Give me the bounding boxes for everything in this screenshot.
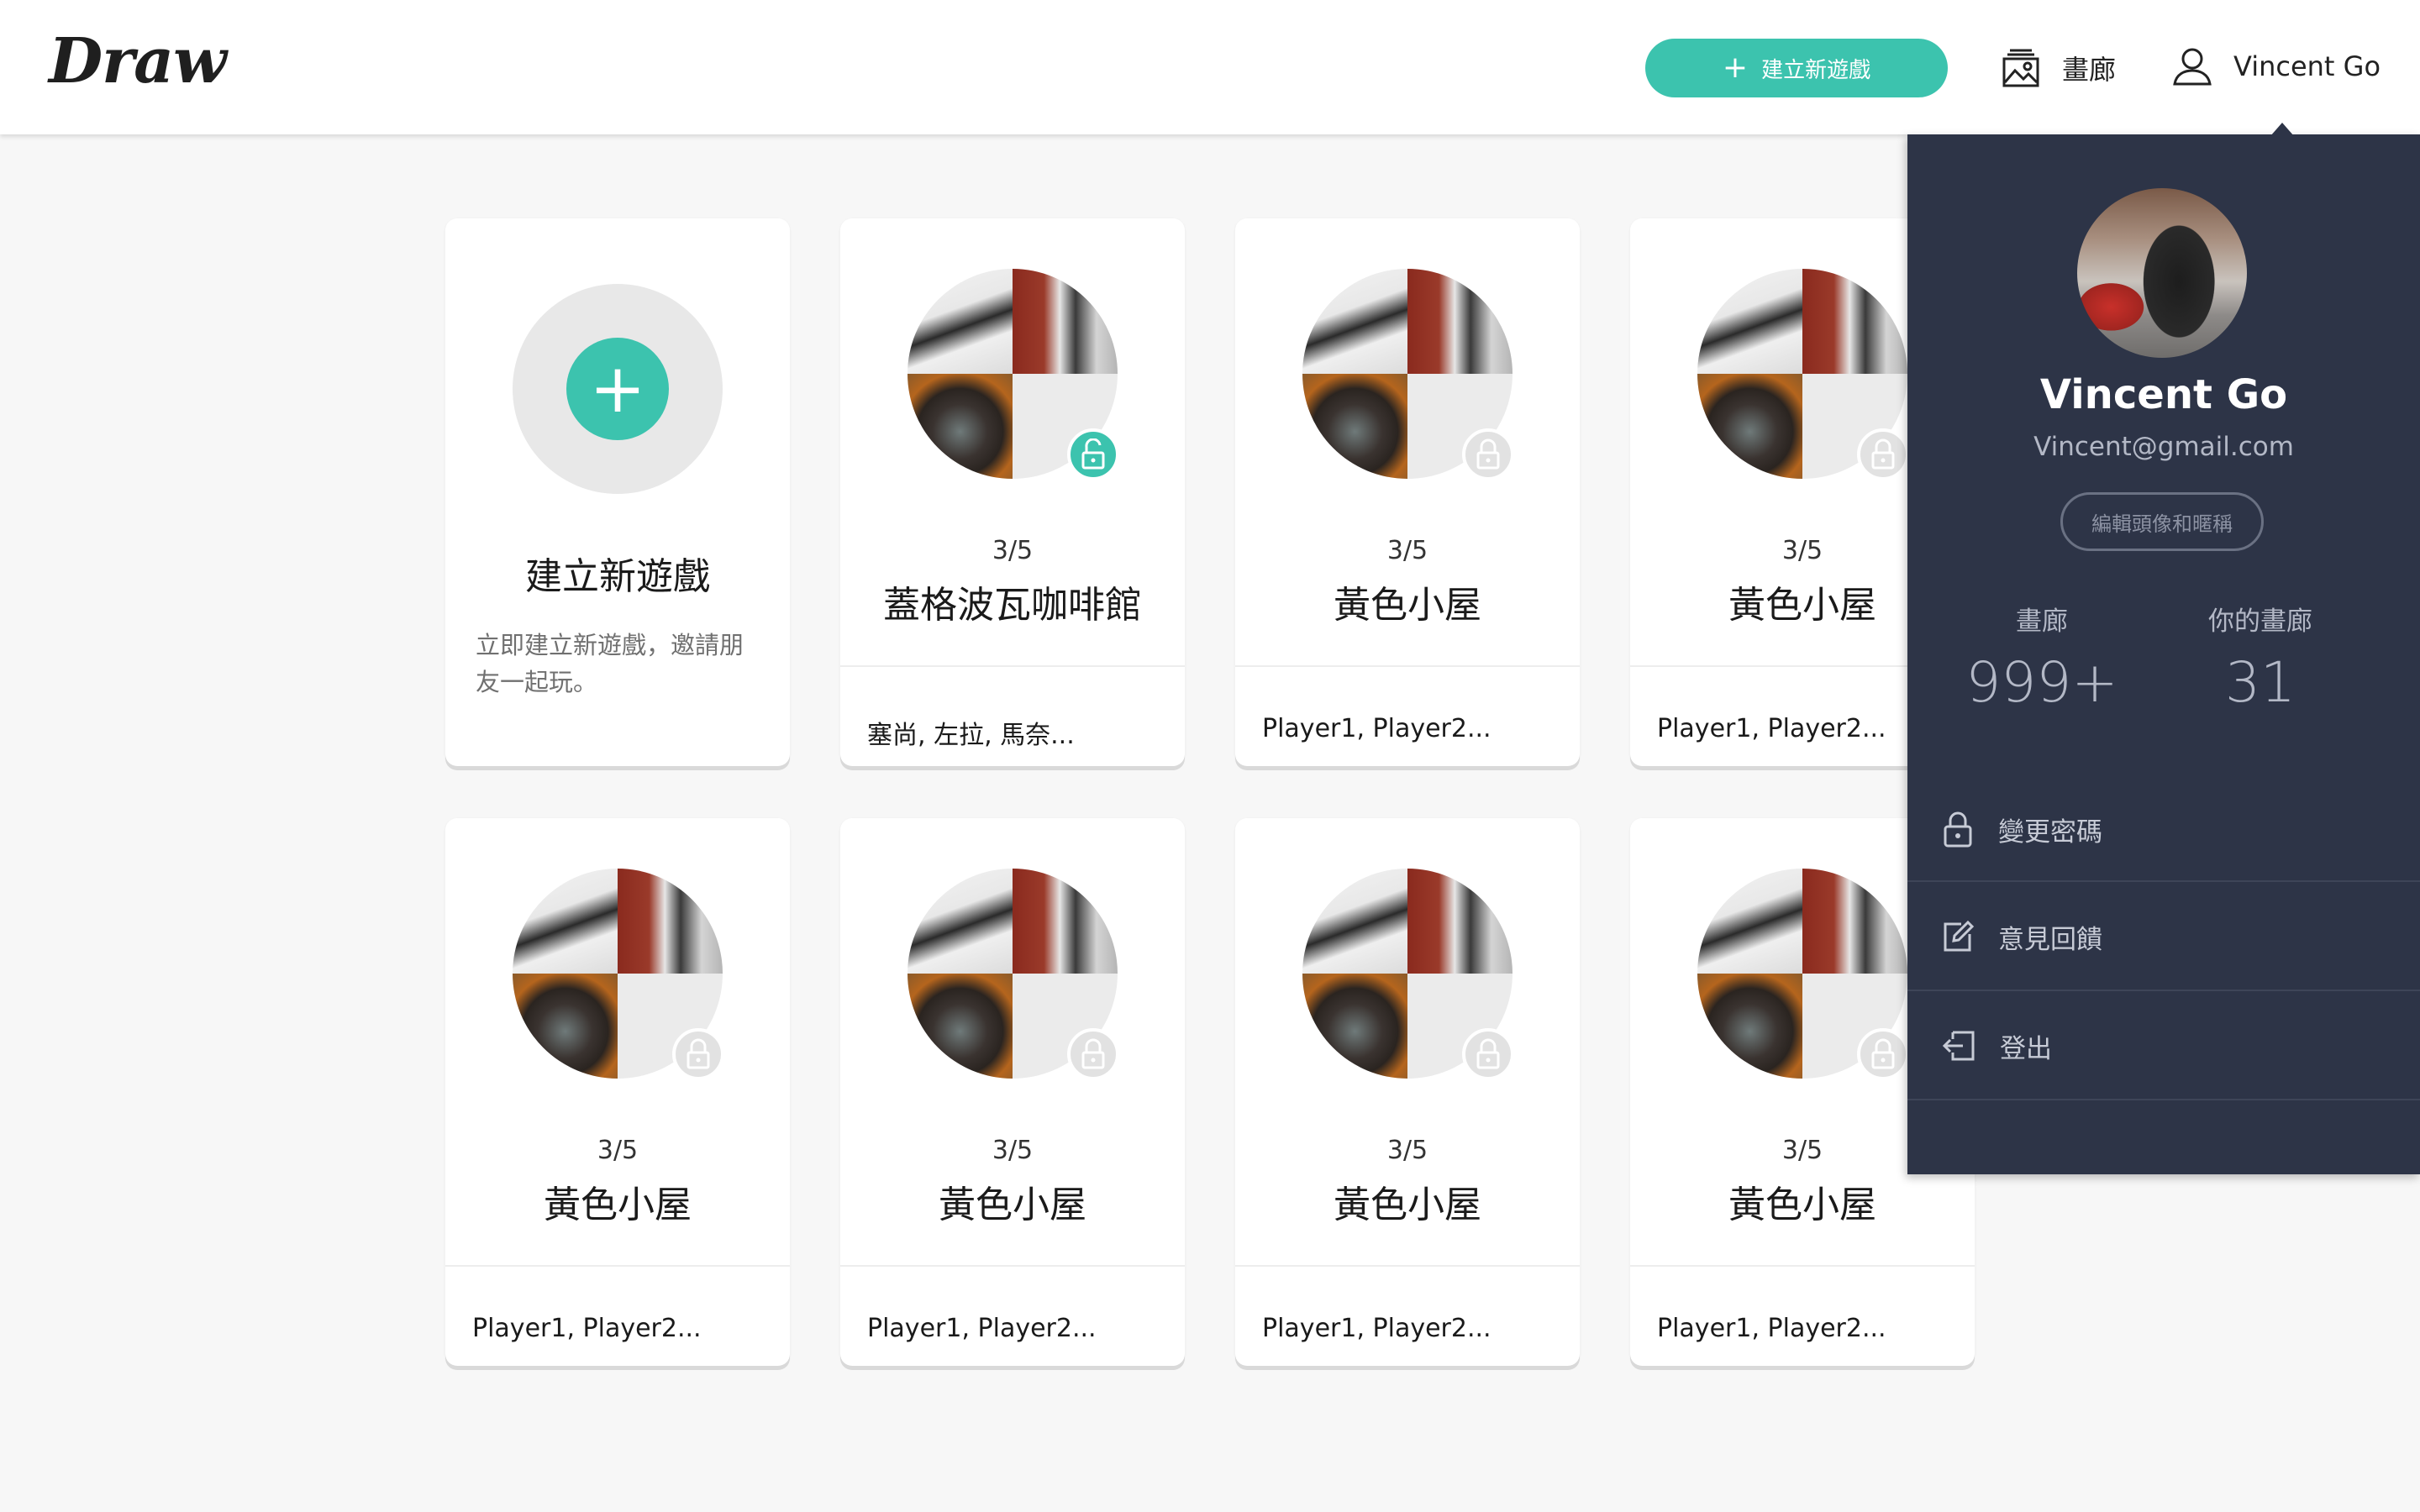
top-header: Draw + 建立新遊戲 畫廊 Vincent Go (0, 0, 2420, 134)
create-game-button-label: 建立新遊戲 (1761, 57, 1871, 83)
edit-icon (1941, 919, 1975, 954)
create-game-title: 建立新遊戲 (525, 555, 710, 598)
menu-change-password[interactable]: 變更密碼 (1907, 774, 2420, 884)
game-card-5[interactable]: 3/5 黃色小屋 Player1, Player2... (840, 818, 1185, 1366)
create-game-button[interactable]: + 建立新遊戲 (1645, 39, 1948, 97)
lock-icon (1462, 1028, 1514, 1080)
player-count: 3/5 (1386, 1136, 1428, 1165)
player-list: Player1, Player2... (1657, 1314, 1886, 1343)
game-card-1[interactable]: 3/5 蓋格波瓦咖啡館 塞尚, 左拉, 馬奈... (840, 218, 1185, 766)
player-count: 3/5 (992, 1136, 1034, 1165)
divider (1235, 665, 1580, 667)
menu-logout[interactable]: 登出 (1907, 991, 2420, 1100)
divider (1630, 1265, 1975, 1267)
stat-my-gallery-label: 你的畫廊 (2208, 606, 2312, 637)
divider (840, 665, 1185, 667)
game-title: 黃色小屋 (1728, 1184, 1876, 1226)
profile-email: Vincent@gmail.com (2033, 432, 2294, 462)
stat-my-gallery-value: 31 (2225, 650, 2296, 715)
game-title: 蓋格波瓦咖啡館 (883, 584, 1142, 627)
game-card-4[interactable]: 3/5 黃色小屋 Player1, Player2... (445, 818, 790, 1366)
user-icon (2171, 45, 2213, 87)
player-list: Player1, Player2... (1657, 714, 1886, 743)
create-game-card[interactable]: + 建立新遊戲 立即建立新遊戲，邀請朋友一起玩。 (445, 218, 790, 766)
player-list: Player1, Player2... (472, 1314, 702, 1343)
game-thumbnail (1302, 269, 1514, 480)
menu-logout-label: 登出 (2000, 1033, 2052, 1064)
add-icon[interactable]: + (566, 338, 669, 440)
lock-icon (1857, 1028, 1909, 1080)
game-thumbnail (1697, 869, 1909, 1080)
create-game-description: 立即建立新遊戲，邀請朋友一起玩。 (476, 631, 744, 696)
plus-icon: + (1722, 50, 1749, 85)
user-menu-toggle[interactable]: Vincent Go (2171, 40, 2381, 92)
player-list: Player1, Player2... (1262, 1314, 1491, 1343)
game-card-6[interactable]: 3/5 黃色小屋 Player1, Player2... (1235, 818, 1580, 1366)
game-title: 黃色小屋 (1334, 584, 1481, 627)
create-circle: + (513, 284, 723, 494)
stat-gallery-value: 999+ (1965, 650, 2118, 715)
player-list: Player1, Player2... (867, 1314, 1097, 1343)
player-count: 3/5 (992, 536, 1034, 565)
lock-icon (1941, 810, 1975, 848)
profile-avatar (2077, 188, 2247, 358)
game-thumbnail (908, 869, 1119, 1080)
game-thumbnail (908, 269, 1119, 480)
menu-feedback[interactable]: 意見回饋 (1907, 882, 2420, 991)
player-count: 3/5 (597, 1136, 639, 1165)
user-name: Vincent Go (2233, 50, 2381, 82)
game-thumbnail (513, 869, 724, 1080)
game-title: 黃色小屋 (1334, 1184, 1481, 1226)
game-title: 黃色小屋 (939, 1184, 1086, 1226)
unlock-icon (1067, 428, 1119, 480)
nav-gallery[interactable]: 畫廊 (2002, 42, 2116, 94)
player-count: 3/5 (1386, 536, 1428, 565)
lock-icon (672, 1028, 724, 1080)
dropdown-caret (2270, 123, 2294, 136)
lock-icon (1857, 428, 1909, 480)
divider (840, 1265, 1185, 1267)
edit-profile-button[interactable]: 編輯頭像和暱稱 (2060, 492, 2264, 551)
app-logo[interactable]: Draw (49, 25, 227, 97)
profile-name: Vincent Go (2039, 371, 2288, 418)
stat-gallery-label: 畫廊 (2016, 606, 2068, 637)
game-card-2[interactable]: 3/5 黃色小屋 Player1, Player2... (1235, 218, 1580, 766)
game-thumbnail (1697, 269, 1909, 480)
menu-feedback-label: 意見回饋 (1998, 924, 2102, 955)
nav-gallery-label: 畫廊 (2062, 54, 2117, 86)
divider (445, 1265, 790, 1267)
lock-icon (1462, 428, 1514, 480)
player-list: Player1, Player2... (1262, 714, 1491, 743)
game-thumbnail (1302, 869, 1514, 1080)
divider (1235, 1265, 1580, 1267)
profile-dropdown: Vincent Go Vincent@gmail.com 編輯頭像和暱稱 畫廊 … (1907, 134, 2420, 1174)
lock-icon (1067, 1028, 1119, 1080)
gallery-icon (2002, 47, 2040, 89)
game-title: 黃色小屋 (544, 1184, 692, 1226)
menu-change-password-label: 變更密碼 (1998, 816, 2102, 848)
logout-icon (1941, 1029, 1976, 1063)
menu-divider (1907, 1099, 2420, 1100)
player-list: 塞尚, 左拉, 馬奈... (867, 721, 1075, 750)
